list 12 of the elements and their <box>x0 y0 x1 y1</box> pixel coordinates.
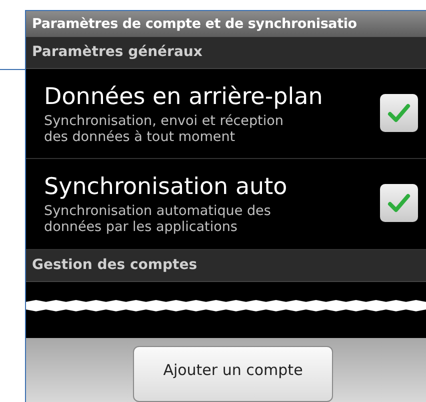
checkbox[interactable] <box>380 94 418 132</box>
setting-row[interactable]: Données en arrière-plan Synchronisation, envoi et réception des données à tout moment <box>26 68 426 160</box>
setting-row[interactable]: Synchronisation auto Synchronisation automatique des données par les applications <box>26 159 426 250</box>
setting-summary: Synchronisation automatique des données par les applications <box>44 202 272 235</box>
window-title: Paramètres de compte et de synchronisatio <box>32 16 357 32</box>
checkbox[interactable] <box>380 184 418 222</box>
setting-summary: Synchronisation, envoi et réception des données à tout moment <box>44 112 284 144</box>
add-account-button[interactable]: Ajouter un compte <box>133 346 333 402</box>
setting-title: Données en arrière-plan <box>44 82 324 112</box>
setting-title: Synchronisation auto <box>44 172 288 202</box>
section-header: Gestion des comptes <box>26 250 426 282</box>
section-header: Paramètres généraux <box>26 36 426 69</box>
